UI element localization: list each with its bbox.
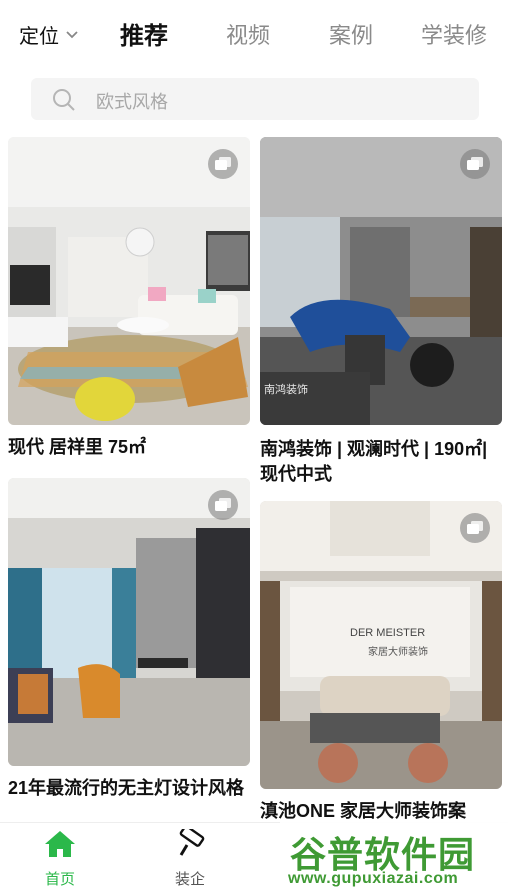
gallery-icon <box>215 498 231 511</box>
chevron-down-icon <box>66 30 78 38</box>
gallery-icon <box>467 521 483 534</box>
nav-item-home[interactable]: 首页 <box>30 829 90 889</box>
gallery-badge <box>460 149 490 179</box>
card-title: 南鸿装饰 | 观澜时代 | 190㎡| 现代中式 <box>260 439 488 484</box>
nav-item-companies[interactable]: 装企 <box>160 825 220 889</box>
location-selector[interactable]: 定位 <box>19 20 79 49</box>
card-title: 21年最流行的无主灯设计风格 <box>8 778 245 798</box>
tab-recommend[interactable]: 推荐 <box>120 16 168 51</box>
card-title: 现代 居祥里 75㎡ <box>8 437 147 457</box>
tab-video[interactable]: 视频 <box>226 18 270 50</box>
home-icon <box>45 831 75 857</box>
tab-cases[interactable]: 案例 <box>329 18 373 50</box>
top-navigation: 定位 推荐 视频 案例 学装修 <box>0 0 508 66</box>
search-icon <box>53 89 75 111</box>
image-caption: 南鸿装饰 <box>264 384 308 396</box>
card-title: 滇池ONE 家居大师装饰案 <box>260 801 467 821</box>
card-image[interactable]: 南鸿装饰 <box>260 137 502 425</box>
search-placeholder: 欧式风格 <box>96 92 168 112</box>
card-image[interactable] <box>8 478 250 766</box>
tab-learn-decoration[interactable]: 学装修 <box>421 18 487 50</box>
nav-label-companies: 装企 <box>174 871 205 888</box>
gallery-badge <box>460 513 490 543</box>
nav-label-home: 首页 <box>44 871 75 888</box>
paint-roller-icon <box>179 825 205 856</box>
location-label: 定位 <box>19 26 59 48</box>
gallery-icon <box>215 157 231 170</box>
gallery-icon <box>467 157 483 170</box>
image-caption-secondary: 家居大师装饰 <box>368 647 428 658</box>
gallery-badge <box>208 149 238 179</box>
watermark: 谷普软件园 www.gupuxiazai.com <box>280 822 508 894</box>
watermark-url: www.gupuxiazai.com <box>288 870 459 887</box>
search-bar[interactable]: 欧式风格 <box>31 78 479 120</box>
gallery-badge <box>208 490 238 520</box>
image-caption: DER MEISTER <box>350 627 426 639</box>
card-image[interactable]: DER MEISTER 家居大师装饰 <box>260 501 502 789</box>
card-image[interactable] <box>8 137 250 425</box>
